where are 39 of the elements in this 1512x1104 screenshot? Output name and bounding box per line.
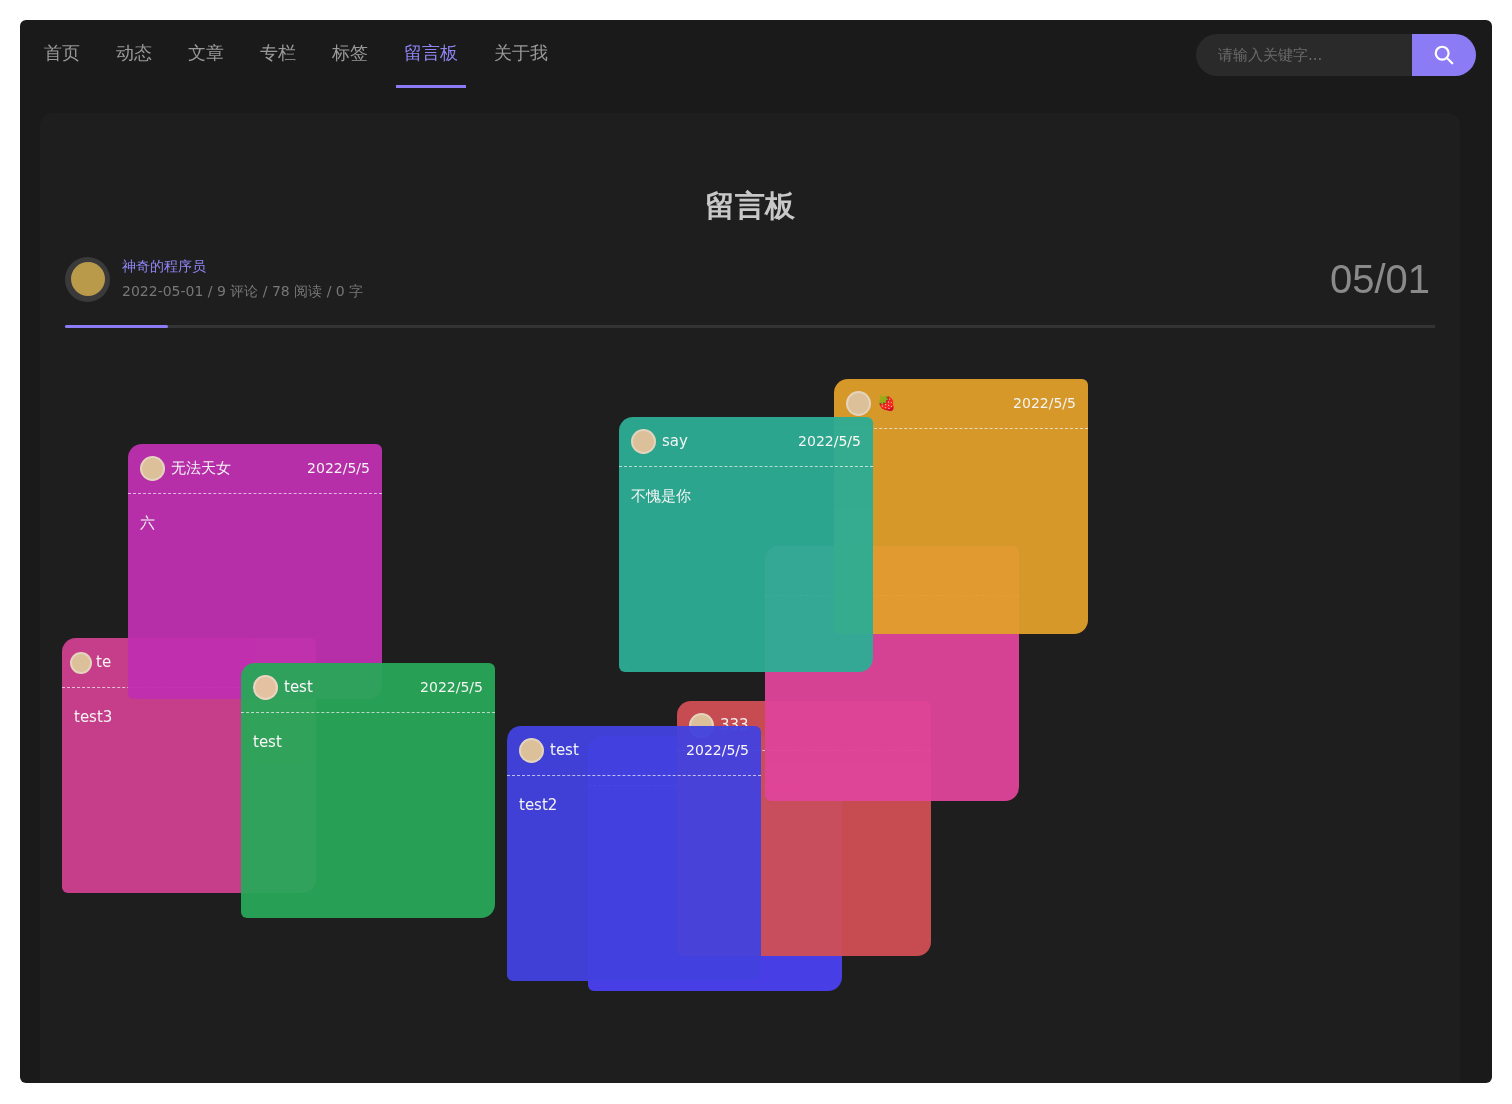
post-meta: 2022-05-01 / 9 评论 / 78 阅读 / 0 字 <box>122 282 364 301</box>
note-date: 2022/5/5 <box>686 741 749 760</box>
note-author: say <box>662 431 688 453</box>
note-date: 2022/5/5 <box>420 678 483 697</box>
avatar <box>70 651 92 674</box>
note-text: test <box>253 732 282 753</box>
nav-tab[interactable]: 文章 <box>180 20 232 88</box>
note-author: te <box>96 652 112 674</box>
nav-tab[interactable]: 留言板 <box>396 20 466 88</box>
avatar <box>846 391 871 416</box>
nav-tab[interactable]: 标签 <box>324 20 376 88</box>
note-author: 无法天女 <box>171 458 231 480</box>
note-author: 🍓 <box>877 393 896 415</box>
note-text: test3 <box>74 707 113 728</box>
search-button[interactable] <box>1412 34 1476 76</box>
author-name[interactable]: 神奇的程序员 <box>122 256 364 277</box>
search-field[interactable]: 请输入关键字... <box>1196 43 1412 67</box>
nav-tab[interactable]: 首页 <box>36 20 88 88</box>
page-title: 留言板 <box>704 191 796 221</box>
search-field[interactable]: 请输入关键字... <box>1196 34 1476 76</box>
avatar <box>631 429 656 454</box>
note-author: 333 <box>720 715 749 737</box>
note-author: test <box>284 677 313 699</box>
search-icon <box>1433 44 1455 66</box>
note-date: 2022/5/5 <box>307 459 370 478</box>
nav-tab[interactable]: 动态 <box>108 20 160 88</box>
note-author: test <box>550 740 579 762</box>
avatar <box>253 675 278 700</box>
note-text: test2 <box>519 795 558 816</box>
nav-tab[interactable]: 关于我 <box>486 20 556 88</box>
avatar <box>65 256 110 302</box>
avatar <box>519 738 544 763</box>
note-text: 不愧是你 <box>631 486 691 507</box>
note-date: 2022/5/5 <box>1013 394 1076 413</box>
note-date: 2022/5/5 <box>798 432 861 451</box>
note-text: 六 <box>140 513 155 534</box>
avatar <box>140 456 165 481</box>
nav-tab[interactable]: 专栏 <box>252 20 304 88</box>
post-date: 05/01 <box>1329 256 1430 303</box>
